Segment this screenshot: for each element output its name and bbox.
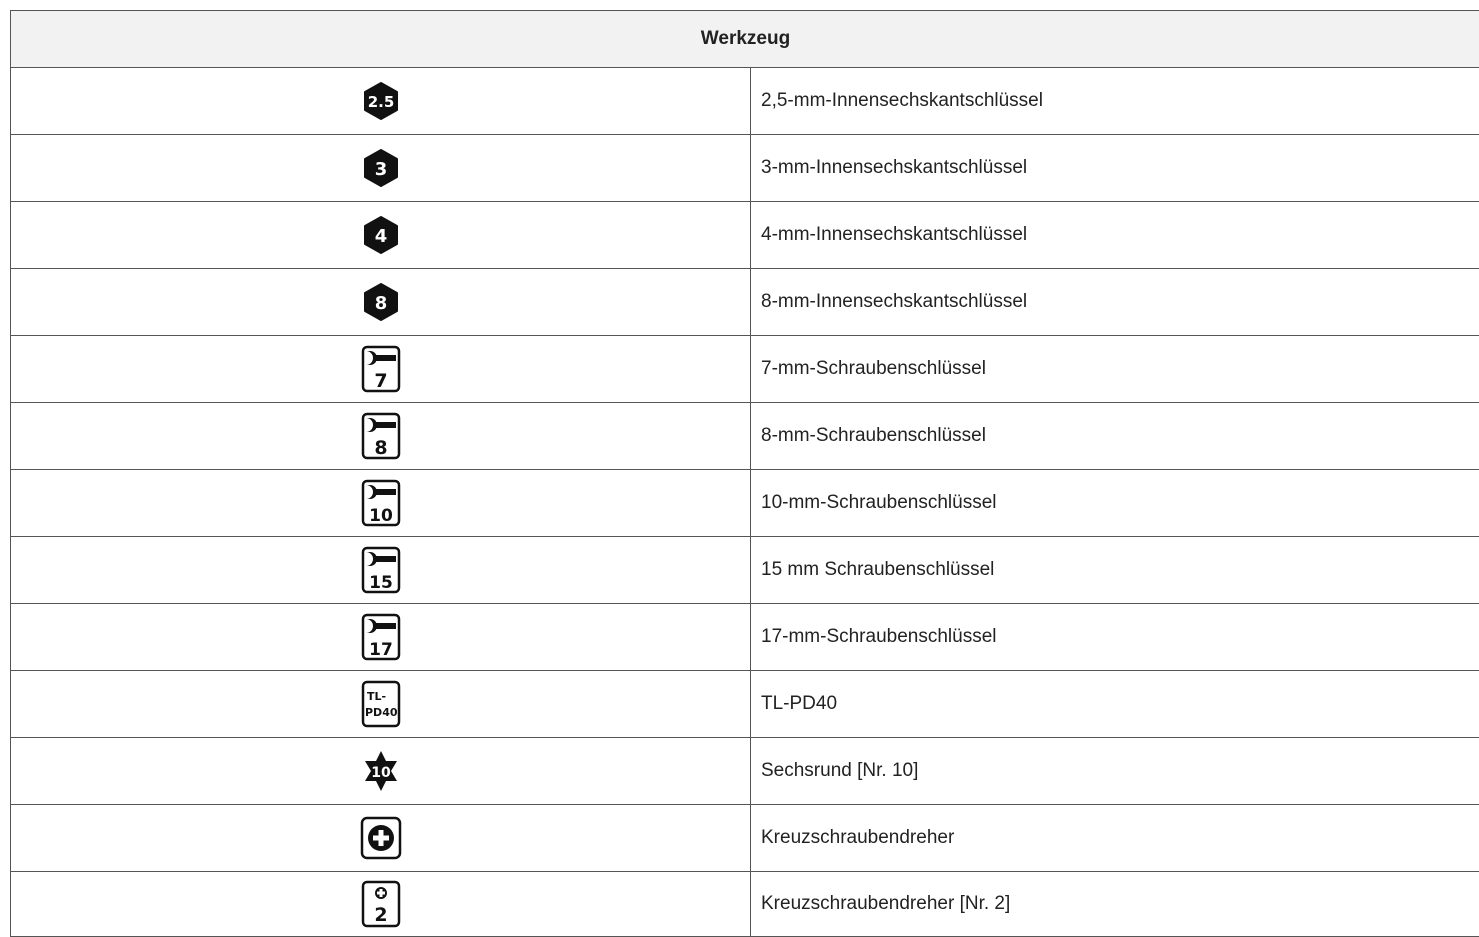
- tool-label: 3-mm-Innensechskantschlüssel: [761, 157, 1028, 178]
- table-row: 3 3-mm-Innensechskantschlüssel: [11, 135, 1479, 202]
- icon-cell: 10: [11, 470, 751, 536]
- hex-key-icon: 4: [361, 215, 401, 255]
- svg-text:TL-: TL-: [367, 690, 386, 703]
- wrench-icon: 17: [361, 613, 401, 661]
- wrench-icon: 10: [361, 479, 401, 527]
- svg-text:15: 15: [369, 573, 393, 593]
- svg-text:8: 8: [374, 437, 387, 459]
- icon-cell: TL- PD40: [11, 671, 751, 737]
- tool-label: 15 mm Schraubenschlüssel: [761, 559, 995, 580]
- tool-label: 2,5-mm-Innensechskantschlüssel: [761, 90, 1043, 111]
- tool-label: 4-mm-Innensechskantschlüssel: [761, 224, 1028, 245]
- wrench-icon: 8: [361, 412, 401, 460]
- table-row: 7 7-mm-Schraubenschlüssel: [11, 336, 1479, 403]
- table-header: Werkzeug: [11, 11, 1479, 68]
- table-row: 4 4-mm-Innensechskantschlüssel: [11, 202, 1479, 269]
- icon-cell: 8: [11, 269, 751, 335]
- svg-text:17: 17: [369, 640, 393, 660]
- tool-label: Kreuzschraubendreher [Nr. 2]: [761, 893, 1011, 914]
- special-tool-icon: TL- PD40: [361, 680, 401, 728]
- icon-cell: 15: [11, 537, 751, 603]
- svg-text:8: 8: [374, 293, 387, 314]
- table-row: TL- PD40 TL-PD40: [11, 671, 1479, 738]
- hex-key-icon: 3: [361, 148, 401, 188]
- tool-label: Sechsrund [Nr. 10]: [761, 760, 919, 781]
- icon-cell: 3: [11, 135, 751, 201]
- svg-text:2: 2: [374, 904, 387, 926]
- tool-label: 8-mm-Innensechskantschlüssel: [761, 291, 1028, 312]
- tool-label: TL-PD40: [761, 693, 838, 714]
- torx-icon: 10: [361, 749, 401, 793]
- hex-key-icon: 8: [361, 282, 401, 322]
- icon-cell: 7: [11, 336, 751, 402]
- table-row: Kreuzschraubendreher: [11, 805, 1479, 872]
- table-row: 8 8-mm-Innensechskantschlüssel: [11, 269, 1479, 336]
- tool-label: 17-mm-Schraubenschlüssel: [761, 626, 997, 647]
- icon-cell: 10: [11, 738, 751, 804]
- phillips-screwdriver-icon: 2: [361, 880, 401, 928]
- tool-label: 10-mm-Schraubenschlüssel: [761, 492, 997, 513]
- tools-table: Werkzeug 2.5 2,5-mm-Innensechskantschlüs…: [10, 10, 1479, 937]
- tool-label: 7-mm-Schraubenschlüssel: [761, 358, 986, 379]
- wrench-icon: 15: [361, 546, 401, 594]
- wrench-icon: 7: [361, 345, 401, 393]
- icon-cell: 2.5: [11, 68, 751, 134]
- icon-cell: 4: [11, 202, 751, 268]
- svg-text:10: 10: [369, 506, 393, 526]
- svg-text:PD40: PD40: [365, 706, 398, 719]
- hex-key-icon: 2.5: [361, 81, 401, 121]
- table-row: 10 Sechsrund [Nr. 10]: [11, 738, 1479, 805]
- table-row: 10 10-mm-Schraubenschlüssel: [11, 470, 1479, 537]
- table-row: 17 17-mm-Schraubenschlüssel: [11, 604, 1479, 671]
- tool-label: 8-mm-Schraubenschlüssel: [761, 425, 986, 446]
- svg-text:2.5: 2.5: [367, 93, 394, 111]
- table-row: 2 Kreuzschraubendreher [Nr. 2]: [11, 872, 1479, 937]
- icon-cell: [11, 805, 751, 871]
- svg-text:4: 4: [374, 226, 387, 247]
- svg-text:3: 3: [374, 159, 387, 180]
- phillips-screwdriver-icon: [360, 816, 402, 860]
- svg-text:10: 10: [371, 765, 391, 781]
- tool-label: Kreuzschraubendreher: [761, 827, 955, 848]
- icon-cell: 17: [11, 604, 751, 670]
- icon-cell: 2: [11, 872, 751, 936]
- icon-cell: 8: [11, 403, 751, 469]
- table-row: 15 15 mm Schraubenschlüssel: [11, 537, 1479, 604]
- svg-text:7: 7: [374, 370, 387, 392]
- table-row: 8 8-mm-Schraubenschlüssel: [11, 403, 1479, 470]
- table-row: 2.5 2,5-mm-Innensechskantschlüssel: [11, 68, 1479, 135]
